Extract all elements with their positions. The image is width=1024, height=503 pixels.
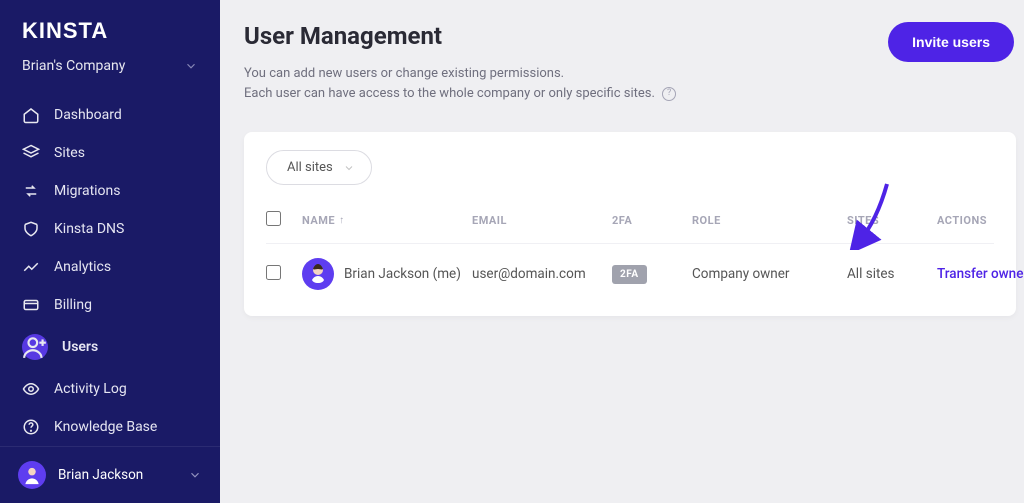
billing-icon — [22, 296, 40, 314]
sort-asc-icon: ↑ — [339, 215, 345, 226]
current-user-name: Brian Jackson — [58, 467, 143, 483]
table-row: Brian Jackson (me) user@domain.com 2FA C… — [266, 243, 994, 304]
sidebar-item-dns[interactable]: Kinsta DNS — [0, 210, 220, 248]
sidebar-item-label: Users — [62, 339, 98, 355]
page-description: You can add new users or change existing… — [244, 64, 676, 104]
company-switcher[interactable]: Brian's Company — [0, 54, 220, 96]
avatar — [302, 258, 334, 290]
2fa-badge: 2FA — [612, 265, 647, 284]
email-column-header: EMAIL — [472, 214, 612, 227]
dns-icon — [22, 220, 40, 238]
page-desc-line2: Each user can have access to the whole c… — [244, 86, 655, 101]
analytics-icon — [22, 258, 40, 276]
main-content: User Management You can add new users or… — [220, 0, 1024, 503]
sidebar-item-migrations[interactable]: Migrations — [0, 172, 220, 210]
sites-column-header: SITES — [847, 214, 937, 227]
sidebar-item-label: Kinsta DNS — [54, 221, 124, 237]
name-column-header[interactable]: NAME ↑ — [302, 214, 472, 227]
page-desc-line1: You can add new users or change existing… — [244, 64, 676, 84]
chevron-down-icon — [188, 468, 202, 482]
users-icon — [22, 334, 48, 360]
user-role: Company owner — [692, 266, 847, 282]
sidebar-item-knowledge-base[interactable]: Knowledge Base — [0, 408, 220, 446]
company-name: Brian's Company — [22, 58, 125, 74]
user-sites: All sites — [847, 266, 937, 282]
2fa-column-header: 2FA — [612, 214, 692, 227]
sidebar-item-label: Knowledge Base — [54, 419, 157, 435]
sidebar-item-label: Dashboard — [54, 107, 122, 123]
site-filter-dropdown[interactable]: All sites — [266, 150, 372, 185]
chevron-down-icon — [184, 59, 198, 73]
sidebar-item-users[interactable]: Users — [0, 324, 220, 370]
invite-users-button[interactable]: Invite users — [888, 22, 1014, 62]
sidebar-item-dashboard[interactable]: Dashboard — [0, 96, 220, 134]
sidebar-item-activity-log[interactable]: Activity Log — [0, 370, 220, 408]
users-card: All sites NAME ↑ EMAIL 2FA ROLE SITES AC… — [244, 132, 1016, 316]
sidebar-item-label: Sites — [54, 145, 85, 161]
sidebar-item-label: Billing — [54, 297, 92, 313]
sidebar-item-billing[interactable]: Billing — [0, 286, 220, 324]
select-all-checkbox[interactable] — [266, 211, 302, 229]
brand-logo: KINSTA — [0, 0, 220, 54]
migration-icon — [22, 182, 40, 200]
eye-icon — [22, 380, 40, 398]
user-name: Brian Jackson (me) — [344, 266, 461, 282]
help-tooltip-icon[interactable]: ? — [662, 87, 676, 101]
sidebar: KINSTA Brian's Company Dashboard Sites M… — [0, 0, 220, 503]
transfer-ownership-link[interactable]: Transfer ownership — [937, 266, 1024, 282]
row-select-checkbox[interactable] — [266, 265, 302, 284]
actions-column-header: ACTIONS — [937, 214, 1024, 227]
stack-icon — [22, 144, 40, 162]
table-header: NAME ↑ EMAIL 2FA ROLE SITES ACTIONS — [266, 211, 994, 243]
sidebar-item-label: Migrations — [54, 183, 121, 199]
avatar — [18, 461, 46, 489]
role-column-header: ROLE — [692, 214, 847, 227]
user-email: user@domain.com — [472, 266, 612, 282]
sidebar-item-analytics[interactable]: Analytics — [0, 248, 220, 286]
page-title: User Management — [244, 22, 676, 50]
users-table: NAME ↑ EMAIL 2FA ROLE SITES ACTIONS Bria… — [266, 211, 994, 304]
sidebar-item-sites[interactable]: Sites — [0, 134, 220, 172]
site-filter-selected: All sites — [287, 160, 333, 175]
help-icon — [22, 418, 40, 436]
home-icon — [22, 106, 40, 124]
sidebar-item-label: Analytics — [54, 259, 111, 275]
user-cell: Brian Jackson (me) — [302, 258, 472, 290]
sidebar-item-label: Activity Log — [54, 381, 127, 397]
chevron-down-icon — [343, 162, 355, 174]
sidebar-user-menu[interactable]: Brian Jackson — [0, 446, 220, 503]
sidebar-nav: Dashboard Sites Migrations Kinsta DNS An — [0, 96, 220, 446]
